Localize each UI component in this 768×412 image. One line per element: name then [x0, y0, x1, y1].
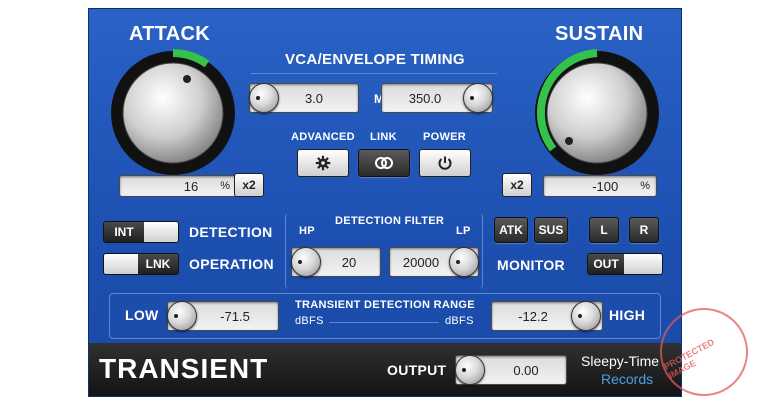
- attack-percent-field[interactable]: 16 %: [119, 175, 237, 197]
- sustain-knob[interactable]: [533, 49, 661, 177]
- lnk-toggle-switch: [104, 254, 138, 274]
- hp-filter-value: 20: [341, 254, 357, 270]
- low-label: LOW: [125, 307, 159, 323]
- monitor-atk-button[interactable]: ATK: [494, 217, 528, 243]
- sustain-percent-field[interactable]: -100 %: [543, 175, 657, 197]
- release-time-knob[interactable]: [463, 83, 493, 113]
- monitor-right-button[interactable]: R: [629, 217, 659, 243]
- lp-label: LP: [456, 225, 471, 237]
- lnk-toggle-label: LNK: [138, 254, 178, 274]
- footer-bar: TRANSIENT OUTPUT 0.00 Sleepy-Time Record…: [89, 343, 681, 396]
- lp-filter-knob[interactable]: [449, 247, 479, 277]
- monitor-out-toggle[interactable]: OUT: [587, 253, 663, 275]
- output-knob[interactable]: [455, 355, 485, 385]
- watermark-text: PROTECTED IMAGE: [662, 336, 716, 381]
- high-range-value: -12.2: [518, 308, 548, 324]
- int-toggle-label: INT: [104, 222, 144, 242]
- attack-percent-unit: %: [220, 180, 230, 192]
- gear-icon: [315, 155, 331, 171]
- sustain-x2-button[interactable]: x2: [502, 173, 532, 197]
- lp-filter-value: 20000: [402, 254, 440, 270]
- release-time-value: 350.0: [408, 90, 442, 106]
- sustain-title: SUSTAIN: [555, 23, 644, 45]
- hp-label: HP: [299, 225, 315, 237]
- dbfs-right-label: dBFS: [445, 315, 474, 327]
- int-toggle-switch: [144, 222, 178, 242]
- detection-int-toggle[interactable]: INT: [103, 221, 179, 243]
- vca-title: VCA/ENVELOPE TIMING: [285, 51, 465, 68]
- high-label: HIGH: [609, 307, 646, 323]
- link-label: LINK: [370, 131, 397, 143]
- advanced-label: ADVANCED: [291, 131, 355, 143]
- power-label: POWER: [423, 131, 467, 143]
- transient-plugin-window: ATTACK 16 % x2 VCA/ENVELOPE TIMING 3.0 M…: [88, 8, 682, 397]
- range-title: TRANSIENT DETECTION RANGE: [295, 299, 475, 311]
- link-button[interactable]: [358, 149, 410, 177]
- low-range-knob[interactable]: [167, 301, 197, 331]
- power-icon: [438, 156, 452, 170]
- product-name: TRANSIENT: [99, 353, 269, 384]
- output-label: OUTPUT: [387, 362, 447, 378]
- detection-label: DETECTION: [189, 224, 273, 240]
- attack-knob[interactable]: [109, 49, 237, 177]
- attack-x2-button[interactable]: x2: [234, 173, 264, 197]
- range-divider: [329, 322, 439, 323]
- operation-lnk-toggle[interactable]: LNK: [103, 253, 179, 275]
- power-button[interactable]: [419, 149, 471, 177]
- brand-line2: Records: [601, 371, 654, 387]
- brand-line1: Sleepy-Time: [581, 353, 660, 369]
- detection-filter-title: DETECTION FILTER: [335, 215, 445, 227]
- attack-time-knob[interactable]: [249, 83, 279, 113]
- monitor-sus-button[interactable]: SUS: [534, 217, 568, 243]
- advanced-button[interactable]: [297, 149, 349, 177]
- monitor-left-button[interactable]: L: [589, 217, 619, 243]
- high-range-knob[interactable]: [571, 301, 601, 331]
- low-range-value: -71.5: [220, 308, 250, 324]
- sustain-percent-value: -100: [592, 178, 619, 194]
- hp-filter-knob[interactable]: [291, 247, 321, 277]
- out-toggle-label: OUT: [588, 254, 624, 274]
- vca-divider: [251, 73, 497, 74]
- attack-time-value: 3.0: [304, 90, 324, 106]
- output-value: 0.00: [513, 362, 539, 378]
- dbfs-left-label: dBFS: [295, 315, 324, 327]
- operation-label: OPERATION: [189, 256, 274, 272]
- attack-percent-value: 16: [183, 178, 199, 194]
- sustain-percent-unit: %: [640, 180, 650, 192]
- attack-title: ATTACK: [129, 23, 211, 45]
- link-icon: [375, 157, 393, 169]
- out-toggle-switch: [624, 254, 662, 274]
- monitor-label: MONITOR: [497, 257, 565, 273]
